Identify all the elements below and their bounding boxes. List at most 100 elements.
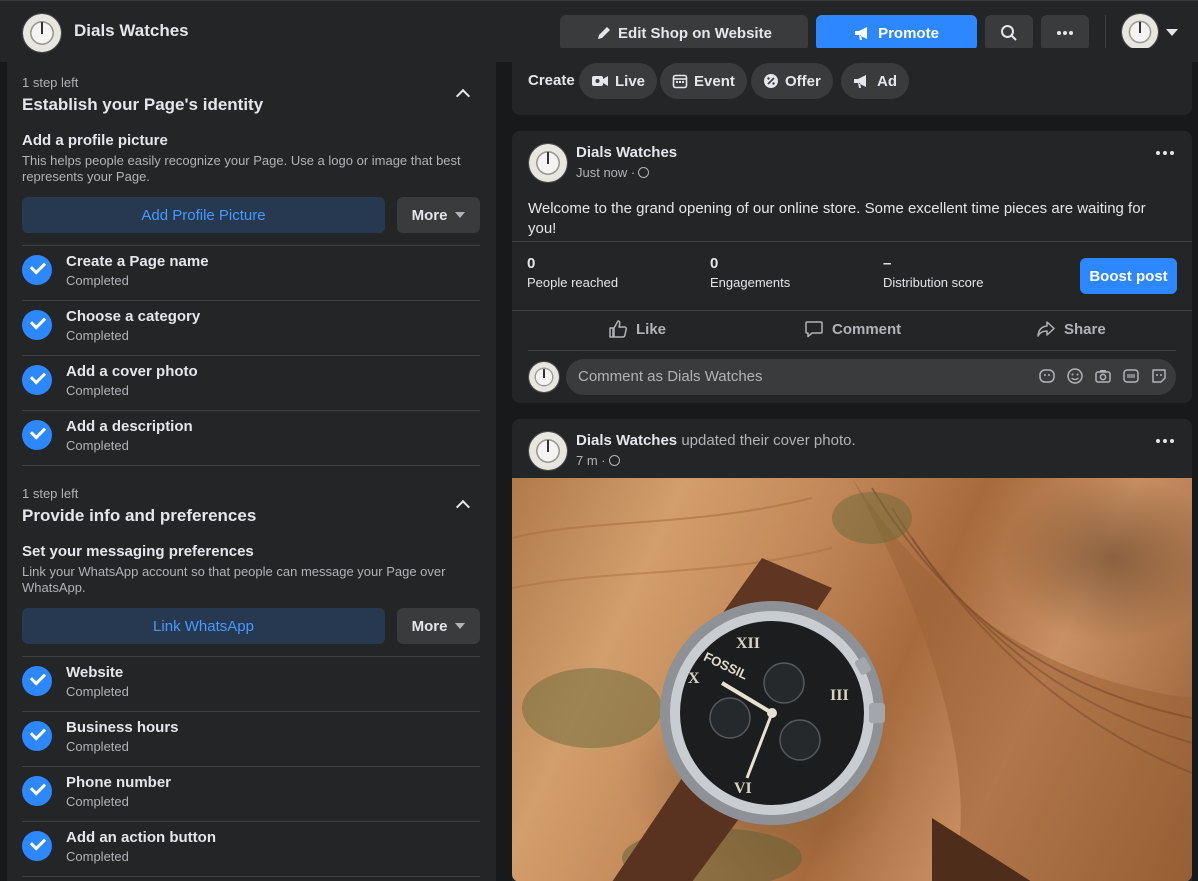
checklist-item[interactable]: Add an action button Completed	[22, 821, 480, 876]
ad-label: Ad	[877, 72, 897, 90]
distribution-score-label: Distribution score	[883, 275, 984, 290]
link-whatsapp-button[interactable]: Link WhatsApp	[22, 608, 385, 644]
checklist-item[interactable]: Create a Page name Completed	[22, 245, 480, 300]
comment-label: Comment	[832, 320, 902, 338]
engagements-value: 0	[710, 255, 719, 272]
steps-left-label: 1 step left	[22, 486, 79, 501]
avatar-sticker-icon[interactable]	[1038, 367, 1056, 385]
post-time-text[interactable]: Just now ·	[576, 165, 635, 180]
account-avatar[interactable]	[1121, 13, 1159, 51]
post-author-avatar[interactable]	[528, 431, 568, 471]
create-ad-button[interactable]: Ad	[841, 63, 909, 99]
item-status: Completed	[66, 739, 129, 754]
divider	[528, 350, 1176, 351]
search-button[interactable]	[985, 15, 1033, 51]
create-live-button[interactable]: Live	[579, 63, 658, 99]
globe-icon	[608, 455, 620, 466]
comment-tools	[1038, 367, 1168, 385]
camera-icon[interactable]	[1094, 367, 1112, 385]
checklist-item[interactable]: Add a cover photo Completed	[22, 355, 480, 410]
svg-text:XII: XII	[736, 635, 760, 652]
boost-post-button[interactable]: Boost post	[1080, 258, 1177, 294]
edit-shop-label: Edit Shop on Website	[618, 24, 772, 42]
add-profile-picture-button[interactable]: Add Profile Picture	[22, 197, 385, 233]
post-text: Welcome to the grand opening of our onli…	[528, 200, 1146, 237]
post-author-name: Dials Watches updated their cover photo.	[576, 432, 856, 449]
commenter-avatar[interactable]	[528, 361, 560, 393]
account-menu-caret-icon[interactable]	[1166, 29, 1178, 36]
item-status: Completed	[66, 794, 129, 809]
people-reached-label: People reached	[527, 275, 619, 290]
item-status: Completed	[66, 438, 129, 453]
post-activity-text: updated their cover photo.	[681, 432, 856, 449]
post-options-button[interactable]	[1156, 151, 1174, 155]
more-dropdown-button[interactable]: More	[397, 197, 480, 233]
item-status: Completed	[66, 328, 129, 343]
item-status: Completed	[66, 273, 129, 288]
search-icon	[1001, 25, 1017, 41]
thumbs-up-icon	[609, 320, 628, 338]
divider	[512, 241, 1192, 242]
caret-down-icon	[455, 623, 466, 629]
item-title: Create a Page name	[66, 253, 209, 270]
svg-text:VI: VI	[734, 780, 752, 797]
item-status: Completed	[66, 383, 129, 398]
post-timestamp[interactable]: 7 m ·	[576, 453, 620, 468]
page-avatar[interactable]	[22, 13, 62, 53]
more-label: More	[411, 617, 448, 635]
check-circle-icon	[22, 310, 52, 340]
post-options-button[interactable]	[1156, 439, 1174, 443]
promote-label: Promote	[878, 24, 939, 42]
author-name-text[interactable]: Dials Watches	[576, 144, 677, 161]
cover-photo[interactable]: XII III VI X FOSSIL	[512, 478, 1192, 881]
emoji-icon[interactable]	[1066, 367, 1084, 385]
pencil-icon	[598, 27, 611, 39]
item-title: Business hours	[66, 719, 179, 736]
section-title: Provide info and preferences	[22, 506, 257, 525]
post-author-avatar[interactable]	[528, 143, 568, 183]
divider	[22, 876, 480, 877]
post-card: Dials Watches updated their cover photo.…	[512, 419, 1192, 881]
checklist-item[interactable]: Choose a category Completed	[22, 300, 480, 355]
comment-bubble-icon	[805, 321, 823, 338]
comment-input[interactable]: Comment as Dials Watches	[566, 359, 1176, 395]
like-button[interactable]: Like	[608, 311, 666, 347]
create-offer-button[interactable]: Offer	[751, 63, 833, 99]
post-time-text[interactable]: 7 m ·	[576, 453, 606, 468]
engagements-label: Engagements	[710, 275, 791, 290]
collapse-chevron-icon[interactable]	[455, 88, 471, 104]
checklist-item[interactable]: Add a description Completed	[22, 410, 480, 465]
item-title: Website	[66, 664, 124, 681]
page-name[interactable]: Dials Watches	[74, 21, 189, 41]
checklist-item[interactable]: Phone number Completed	[22, 766, 480, 821]
comment-button[interactable]: Comment	[804, 311, 901, 347]
post-timestamp[interactable]: Just now ·	[576, 165, 650, 180]
more-options-button[interactable]	[1041, 15, 1089, 51]
header-divider	[1105, 15, 1106, 51]
item-status: Completed	[66, 849, 129, 864]
checklist-item[interactable]: Business hours Completed	[22, 711, 480, 766]
share-button[interactable]: Share	[1036, 311, 1106, 347]
sticker-icon[interactable]	[1150, 367, 1168, 385]
checklist-item[interactable]: Website Completed	[22, 656, 480, 711]
create-event-button[interactable]: Event	[660, 63, 747, 99]
task-title: Set your messaging preferences	[22, 543, 254, 560]
item-title: Add a description	[66, 418, 193, 435]
post-author-name[interactable]: Dials Watches	[576, 144, 677, 161]
svg-text:X: X	[688, 670, 700, 687]
comment-placeholder: Comment as Dials Watches	[578, 368, 763, 385]
collapse-chevron-icon[interactable]	[455, 499, 471, 515]
check-circle-icon	[22, 365, 52, 395]
svg-text:III: III	[830, 687, 849, 704]
item-title: Add a cover photo	[66, 363, 198, 380]
author-name-text[interactable]: Dials Watches	[576, 432, 677, 449]
check-circle-icon	[22, 776, 52, 806]
more-dropdown-button[interactable]: More	[397, 608, 480, 644]
post-card: Dials Watches Just now · Welcome to the …	[512, 131, 1192, 403]
share-arrow-icon	[1037, 321, 1055, 337]
gif-icon[interactable]	[1122, 367, 1140, 385]
edit-shop-button[interactable]: Edit Shop on Website	[560, 15, 808, 51]
ellipsis-icon	[1057, 31, 1073, 35]
promote-button[interactable]: Promote	[816, 15, 977, 51]
people-reached-value: 0	[527, 255, 536, 272]
